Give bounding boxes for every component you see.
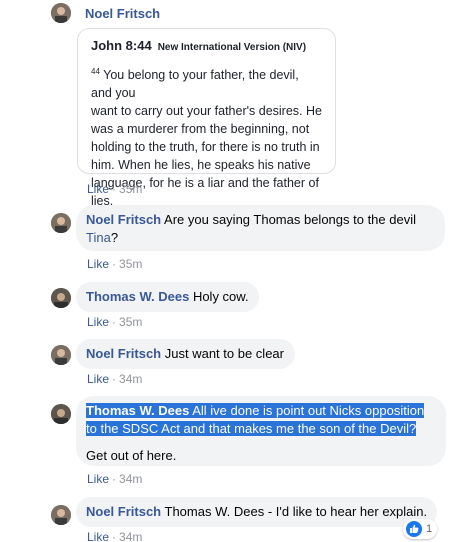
separator: · [112,472,117,486]
comment-text: Are you saying Thomas belongs to the dev… [164,212,416,227]
verse-number: 44 [91,67,100,76]
timestamp[interactable]: 35m [119,182,142,196]
comment-text: - I'd like to hear her explain. [267,504,428,519]
comment-meta: Like · 35m [87,257,142,271]
comment-author[interactable]: Noel Fritsch [86,212,161,227]
avatar[interactable] [51,505,71,525]
selected-text: to the SDSC Act and that makes me the so… [86,421,417,436]
comment-text: Just want to be clear [164,346,284,361]
comment-text: to the SDSC Act and that makes me the so… [86,421,417,436]
selected-text: Thomas W. Dees All ive done is point out… [86,403,425,418]
timestamp[interactable]: 34m [119,472,142,486]
timestamp[interactable]: 35m [119,257,142,271]
like-link[interactable]: Like [87,372,109,386]
avatar[interactable] [51,3,71,23]
verse-line: him. When he lies, he speaks his native [91,158,311,172]
like-link[interactable]: Like [87,472,109,486]
comment-author[interactable]: Noel Fritsch [86,504,161,519]
comment-text: Get out of here. [86,448,177,463]
comment-author[interactable]: Noel Fritsch [85,6,160,21]
separator: · [112,315,117,329]
comment-text: Holy cow. [192,289,249,304]
comment-meta: Like · 34m [87,472,142,486]
separator: · [112,257,117,271]
comment-bubble: Noel Fritsch Thomas W. Dees - I'd like t… [76,497,437,527]
like-link[interactable]: Like [87,315,109,329]
comment-meta: Like · 34m [87,530,142,542]
verse-reference-text: John 8:44 [91,38,152,53]
like-link[interactable]: Like [87,257,109,271]
comment-author[interactable]: Noel Fritsch [86,346,161,361]
comment-bubble: Noel Fritsch Are you saying Thomas belon… [76,205,445,251]
comment-text: All ive done is point out Nicks oppositi… [192,403,425,418]
comment-bubble: Thomas W. Dees Holy cow. [76,282,259,312]
comment-meta: Like · 35m [87,315,142,329]
comment-author[interactable]: Thomas W. Dees [86,289,189,304]
timestamp[interactable]: 35m [119,315,142,329]
like-link[interactable]: Like [87,530,109,542]
comment-bubble: Thomas W. Dees All ive done is point out… [76,396,446,466]
comment-author[interactable]: Thomas W. Dees [86,403,189,418]
reaction-count: 1 [426,523,433,535]
reaction-badge[interactable]: 1 [403,519,437,539]
verse-line: was a murderer from the beginning, not [91,122,310,136]
avatar[interactable] [51,345,71,365]
avatar[interactable] [51,213,71,233]
comment-meta: Like · 35m [87,182,142,196]
verse-line: You belong to your father, the devil, an… [91,68,299,100]
verse-line: want to carry out your father's desires.… [91,104,322,118]
separator: · [112,372,117,386]
verse-line: holding to the truth, for there is no tr… [91,140,320,154]
mention-link[interactable]: Tina [86,230,111,245]
verse-reference: John 8:44 New International Version (NIV) [91,38,322,53]
comment-bubble: Noel Fritsch Just want to be clear [76,339,295,369]
separator: · [112,530,117,542]
timestamp[interactable]: 34m [119,372,142,386]
like-link[interactable]: Like [87,182,109,196]
avatar[interactable] [51,404,71,424]
timestamp[interactable]: 34m [119,530,142,542]
separator: · [112,182,117,196]
thumbs-up-icon [406,521,422,537]
comment-meta: Like · 34m [87,372,142,386]
avatar[interactable] [51,288,71,308]
verse-version: New International Version (NIV) [157,42,307,53]
comment-text: ? [110,230,119,245]
mention-link[interactable]: Thomas W. Dees [165,504,265,519]
bible-verse-card[interactable]: John 8:44 New International Version (NIV)… [77,28,336,208]
